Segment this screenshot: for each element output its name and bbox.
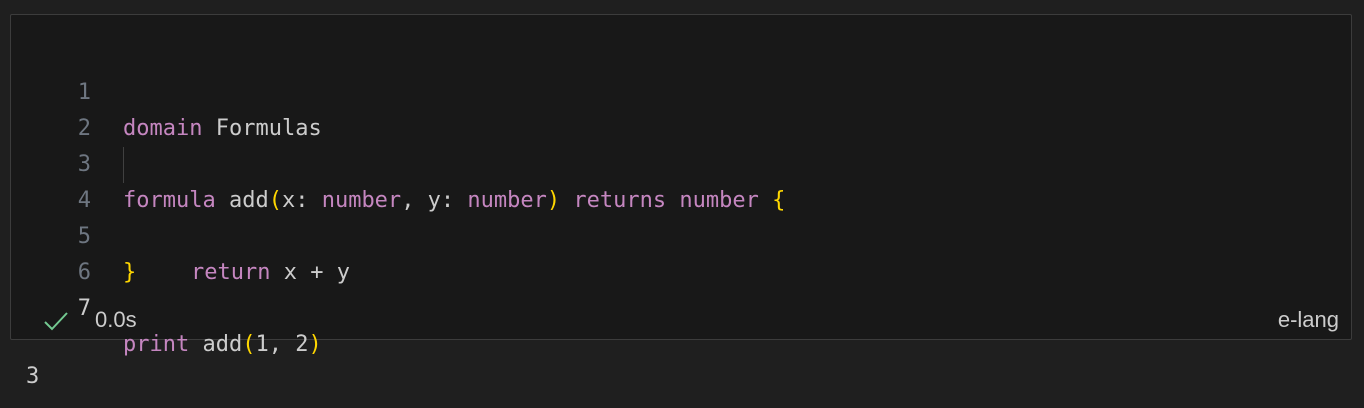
indent-guide — [123, 147, 124, 183]
checkmark-icon — [44, 312, 68, 331]
code-line[interactable]: 4 return x + y — [11, 147, 1351, 285]
execution-time: 0.0s — [95, 307, 137, 332]
language-indicator[interactable]: e-lang — [1278, 307, 1339, 333]
cell-status-bar: 0.0s e-lang — [11, 305, 1351, 337]
code-line[interactable]: 7 print add(1, 2) — [11, 255, 1351, 357]
code-line[interactable]: 6 — [11, 219, 1351, 285]
code-editor[interactable]: 1 domain Formulas 2 3 formula add(x: num… — [11, 39, 1351, 357]
code-line[interactable]: 3 formula add(x: number, y: number) retu… — [11, 111, 1351, 213]
code-line[interactable]: 5 } — [11, 183, 1351, 285]
code-line[interactable]: 1 domain Formulas — [11, 39, 1351, 141]
cell-output: 3 — [26, 364, 40, 389]
notebook-cell[interactable]: 1 domain Formulas 2 3 formula add(x: num… — [10, 14, 1352, 357]
code-line[interactable]: 2 — [11, 75, 1351, 141]
